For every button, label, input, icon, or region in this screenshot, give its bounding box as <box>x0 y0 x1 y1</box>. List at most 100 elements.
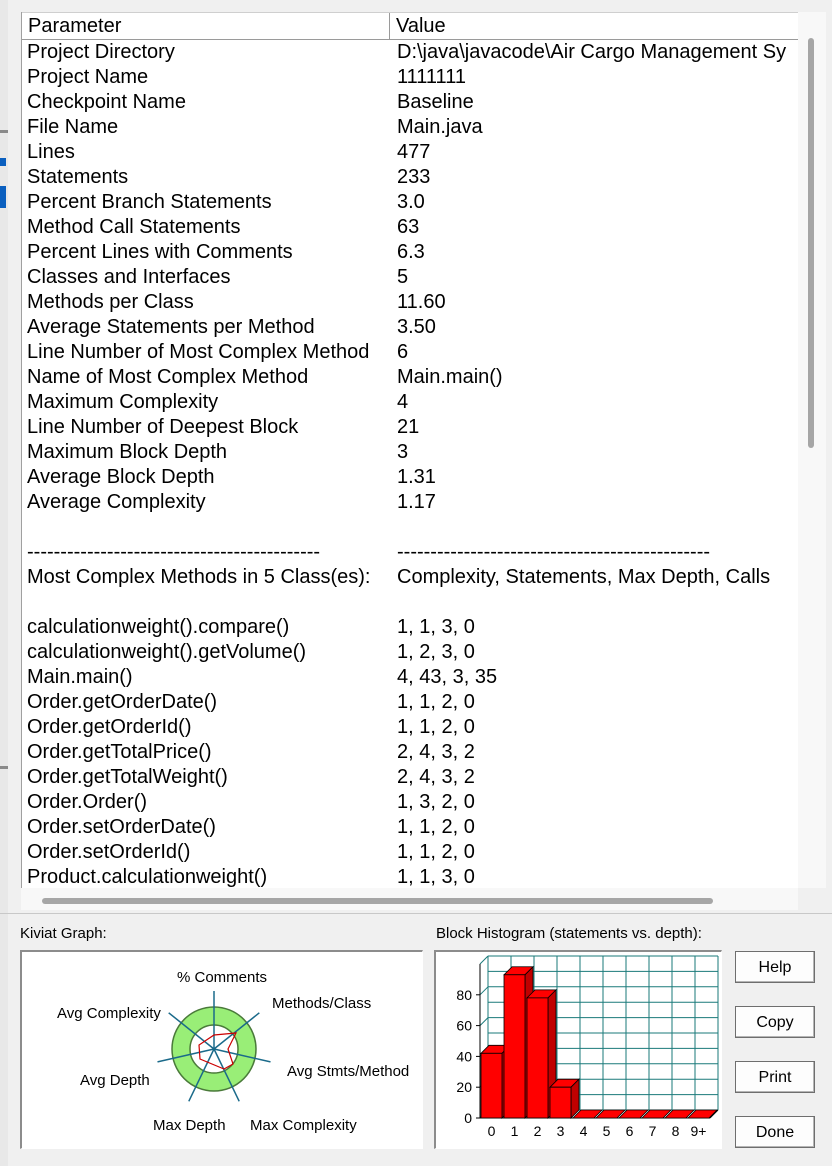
table-row[interactable]: Percent Lines with Comments 6.3 <box>22 240 799 265</box>
block-histogram-label: Block Histogram (statements vs. depth): <box>436 925 702 942</box>
parameter-cell: Project Directory <box>27 41 175 63</box>
table-row[interactable]: Order.getOrderDate() 1, 1, 2, 0 <box>22 690 799 715</box>
vertical-scroll-thumb[interactable] <box>808 38 814 448</box>
histogram-bar <box>503 974 526 1119</box>
kiviat-graph-panel: % Comments Methods/Class Avg Stmts/Metho… <box>20 950 423 1149</box>
table-row[interactable]: Name of Most Complex Method Main.main() <box>22 365 799 390</box>
x-tick-label: 0 <box>488 1123 496 1139</box>
column-header-parameter[interactable]: Parameter <box>22 13 389 39</box>
histogram-bar <box>480 1052 503 1119</box>
parameter-cell: Average Statements per Method <box>27 316 315 338</box>
grid-line-depth <box>479 1017 489 1026</box>
column-header-value[interactable]: Value <box>390 13 799 39</box>
value-cell: 1, 2, 3, 0 <box>397 641 475 663</box>
block-histogram-chart: 0204060800 1 2 3 4 5 6 7 8 9+ <box>456 955 719 1139</box>
table-row[interactable]: Product.calculationweight() 1, 1, 3, 0 <box>22 865 799 888</box>
block-histogram-panel: 0 20 40 60 80 0 1 2 3 4 5 6 7 8 9+ <box>434 950 722 1149</box>
table-row[interactable]: Order.setOrderId() 1, 1, 2, 0 <box>22 840 799 865</box>
table-row[interactable]: Order.setOrderDate() 1, 1, 2, 0 <box>22 815 799 840</box>
table-row[interactable]: Lines 477 <box>22 140 799 165</box>
horizontal-scrollbar[interactable] <box>21 888 798 910</box>
parameter-cell: Product.calculationweight() <box>27 866 268 888</box>
y-tick-label: 60 <box>456 1018 472 1034</box>
value-cell: D:\java\javacode\Air Cargo Management Sy <box>397 41 787 63</box>
table-row[interactable]: File Name Main.java <box>22 115 799 140</box>
table-row[interactable]: Maximum Block Depth 3 <box>22 440 799 465</box>
x-tick-label: 7 <box>649 1123 657 1139</box>
table-row[interactable]: calculationweight().getVolume() 1, 2, 3, … <box>22 640 799 665</box>
table-row[interactable]: Methods per Class 11.60 <box>22 290 799 315</box>
divider <box>0 913 832 914</box>
table-row[interactable]: Project Directory D:\java\javacode\Air Ca… <box>22 40 799 65</box>
parameter-cell: Classes and Interfaces <box>27 266 231 288</box>
horizontal-scroll-thumb[interactable] <box>42 898 713 904</box>
value-cell: 1.17 <box>397 491 436 513</box>
table-row[interactable]: Line Number of Deepest Block 21 <box>22 415 799 440</box>
parameter-cell: Order.Order() <box>27 791 148 813</box>
print-button[interactable]: Print <box>735 1061 815 1093</box>
table-row[interactable]: Most Complex Methods in 5 Class(es): Comp… <box>22 565 799 590</box>
kiviat-axis-label-max-complexity: Max Complexity <box>250 1117 357 1134</box>
edge-mark <box>0 186 6 208</box>
kiviat-graph-label: Kiviat Graph: <box>20 925 107 942</box>
value-cell: ----------------------------------------… <box>397 541 711 563</box>
kiviat-axis-label-max-depth: Max Depth <box>153 1117 226 1134</box>
parameter-cell: Most Complex Methods in 5 Class(es): <box>27 566 371 588</box>
parameter-cell: calculationweight().getVolume() <box>27 641 307 663</box>
value-cell: 21 <box>397 416 420 438</box>
table-row[interactable]: Project Name 1111111 <box>22 65 799 90</box>
value-cell: 1111111 <box>397 66 466 88</box>
done-button[interactable]: Done <box>735 1116 815 1148</box>
y-tick-label: 40 <box>456 1048 472 1064</box>
table-row[interactable]: Maximum Complexity 4 <box>22 390 799 415</box>
table-row[interactable]: Line Number of Most Complex Method 6 <box>22 340 799 365</box>
parameter-cell: Method Call Statements <box>27 216 241 238</box>
value-cell: 1.31 <box>397 466 436 488</box>
value-cell: 2, 4, 3, 2 <box>397 741 475 763</box>
kiviat-axis-label-comments: % Comments <box>177 969 267 986</box>
table-header: Parameter Value <box>22 12 799 40</box>
table-row[interactable]: ----------------------------------------… <box>22 540 799 565</box>
parameter-cell: Main.main() <box>27 666 133 688</box>
table-row[interactable]: Percent Branch Statements 3.0 <box>22 190 799 215</box>
table-row[interactable] <box>22 515 799 540</box>
value-cell: 1, 3, 2, 0 <box>397 791 475 813</box>
kiviat-graph: % Comments Methods/Class Avg Stmts/Metho… <box>57 969 409 1134</box>
table-row[interactable]: Order.getOrderId() 1, 1, 2, 0 <box>22 715 799 740</box>
parameter-cell: Statements <box>27 166 129 188</box>
table-row[interactable]: Statements 233 <box>22 165 799 190</box>
table-row[interactable]: calculationweight().compare() 1, 1, 3, 0 <box>22 615 799 640</box>
table-row[interactable]: Average Statements per Method 3.50 <box>22 315 799 340</box>
parameter-cell: Order.getOrderId() <box>27 716 192 738</box>
table-row[interactable]: Order.getTotalPrice() 2, 4, 3, 2 <box>22 740 799 765</box>
table-row[interactable]: Average Complexity 1.17 <box>22 490 799 515</box>
parameter-cell: Order.getTotalWeight() <box>27 766 228 788</box>
kiviat-axis-label-avg-complexity: Avg Complexity <box>57 1005 161 1022</box>
parameter-cell: Average Complexity <box>27 491 206 513</box>
table-row[interactable]: Average Block Depth 1.31 <box>22 465 799 490</box>
x-tick-label: 5 <box>603 1123 611 1139</box>
table-row[interactable]: Order.Order() 1, 3, 2, 0 <box>22 790 799 815</box>
table-row[interactable]: Method Call Statements 63 <box>22 215 799 240</box>
x-tick-label: 1 <box>511 1123 519 1139</box>
table-row[interactable]: Checkpoint Name Baseline <box>22 90 799 115</box>
value-cell: 3 <box>397 441 409 463</box>
value-cell: Main.java <box>397 116 483 138</box>
y-tick-label: 80 <box>456 987 472 1003</box>
table-row[interactable] <box>22 590 799 615</box>
table-row[interactable]: Order.getTotalWeight() 2, 4, 3, 2 <box>22 765 799 790</box>
help-button[interactable]: Help <box>735 951 815 983</box>
vertical-scrollbar[interactable] <box>798 12 826 888</box>
x-tick-label: 8 <box>672 1123 680 1139</box>
background-window-edge <box>0 0 8 1166</box>
copy-button[interactable]: Copy <box>735 1006 815 1038</box>
value-cell: 1, 1, 2, 0 <box>397 716 475 738</box>
parameter-cell: Lines <box>27 141 75 163</box>
table-row[interactable]: Main.main() 4, 43, 3, 35 <box>22 665 799 690</box>
table-row[interactable]: Classes and Interfaces 5 <box>22 265 799 290</box>
parameter-cell: Line Number of Most Complex Method <box>27 341 370 363</box>
metrics-table[interactable]: Parameter Value Project Directory D:\java… <box>21 12 799 888</box>
parameter-cell: Maximum Block Depth <box>27 441 228 463</box>
parameter-cell: ----------------------------------------… <box>27 541 321 563</box>
parameter-cell: Checkpoint Name <box>27 91 186 113</box>
